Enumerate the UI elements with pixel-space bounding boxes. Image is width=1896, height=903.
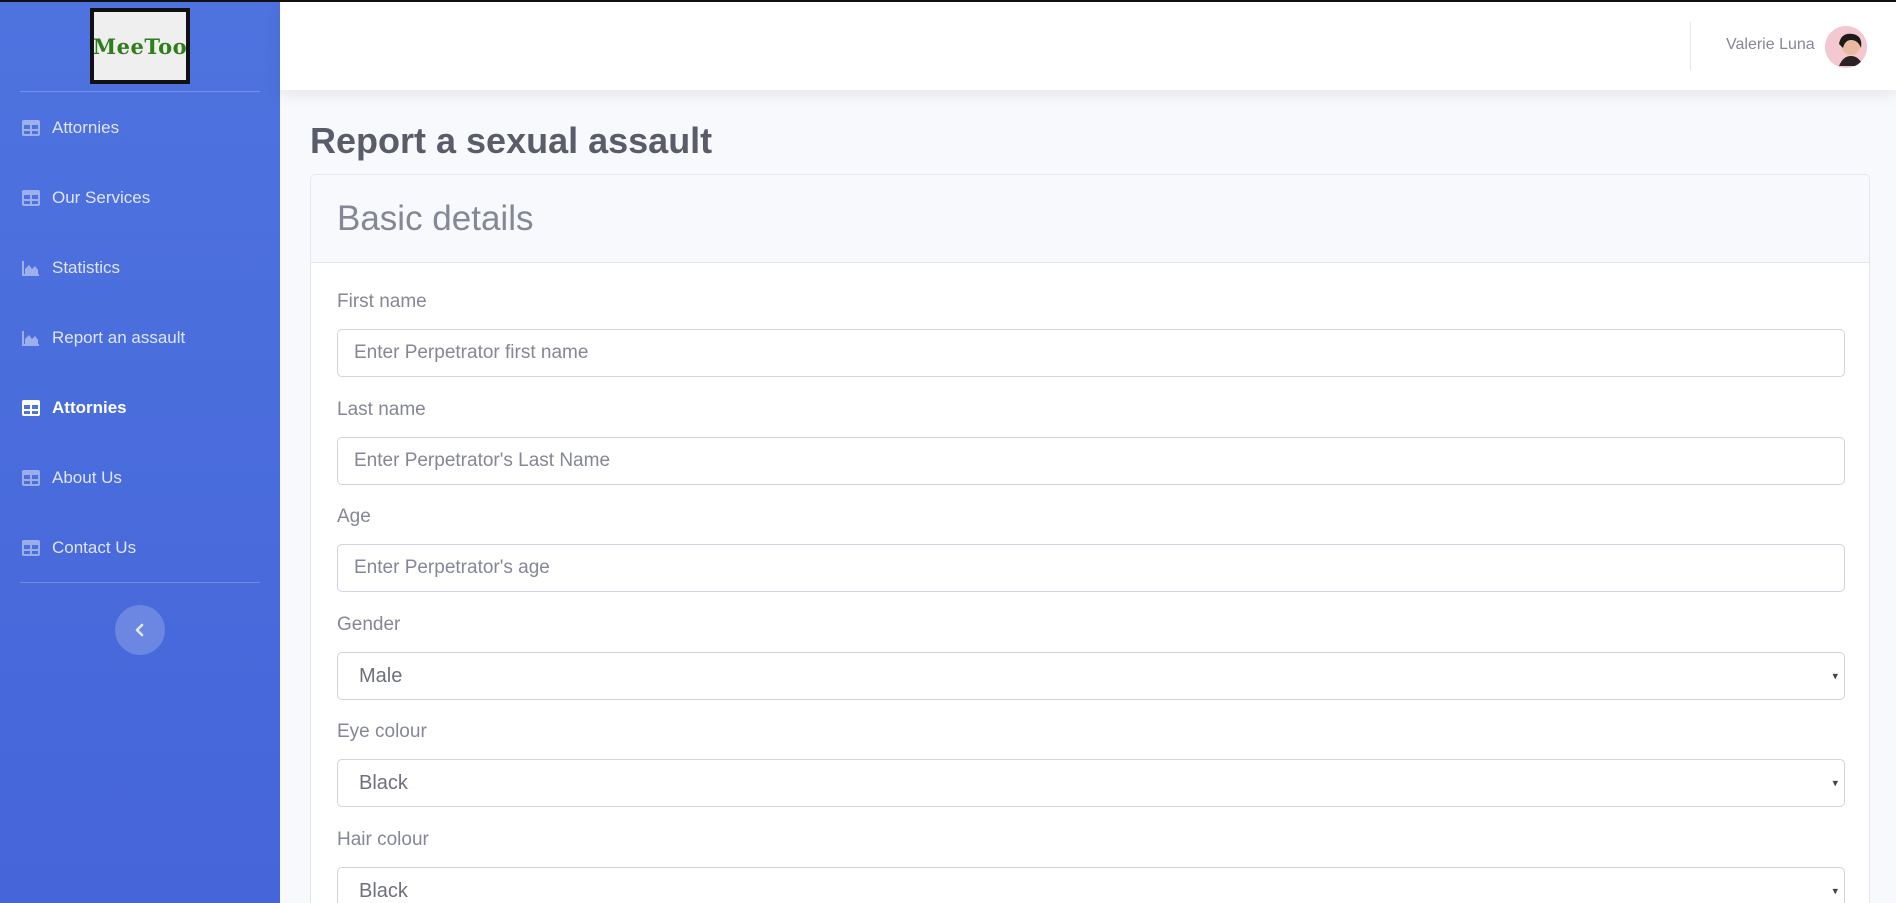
first-name-label: First name [337,291,427,312]
area-chart-icon [22,261,39,276]
first-name-input[interactable] [337,329,1845,377]
sidebar: MeeToo Attornies Our Services Statistics… [0,2,280,903]
sidebar-toggle-button[interactable] [115,605,165,655]
user-name[interactable]: Valerie Luna [1726,36,1815,54]
sidebar-item-label: Our Services [52,188,151,207]
hair-colour-selected-value: Black [359,879,408,902]
sidebar-item-statistics[interactable]: Statistics [0,248,280,288]
card-header: Basic details [311,175,1869,263]
gender-selected-value: Male [359,664,403,687]
table-icon [22,120,40,136]
sidebar-item-report-an-assault[interactable]: Report an assault [0,318,280,358]
hair-colour-select[interactable]: Black ▾ [337,867,1845,903]
last-name-input[interactable] [337,437,1845,485]
avatar[interactable] [1825,26,1867,68]
gender-select[interactable]: Male ▾ [337,652,1845,700]
dropdown-arrow-icon: ▾ [1832,885,1838,898]
eye-colour-select[interactable]: Black ▾ [337,759,1845,807]
sidebar-item-label: Attornies [52,118,120,137]
brand-logo-text: MeeToo [93,12,187,80]
table-icon [22,470,40,486]
report-form-card: Basic details First name Last name Age G… [310,174,1870,903]
sidebar-item-contact-us[interactable]: Contact Us [0,528,280,568]
last-name-label: Last name [337,399,426,420]
sidebar-item-attornies-active[interactable]: Attornies [0,388,280,428]
table-icon [22,400,40,416]
chevron-left-icon [135,623,144,637]
hair-colour-label: Hair colour [337,829,429,850]
sidebar-item-label: About Us [52,468,122,487]
sidebar-item-our-services[interactable]: Our Services [0,178,280,218]
section-title: Basic details [337,198,534,238]
sidebar-item-label: Report an assault [52,328,186,347]
brand-logo[interactable]: MeeToo [90,8,190,84]
sidebar-divider [20,91,260,92]
page-title: Report a sexual assault [310,120,713,161]
dropdown-arrow-icon: ▾ [1832,670,1838,683]
eye-colour-label: Eye colour [337,721,427,742]
area-chart-icon [22,331,39,346]
sidebar-item-about-us[interactable]: About Us [0,458,280,498]
sidebar-item-label: Contact Us [52,538,137,557]
age-label: Age [337,506,371,527]
user-avatar-icon [1825,26,1867,68]
gender-label: Gender [337,614,401,635]
sidebar-divider [20,582,260,583]
sidebar-item-label: Attornies [52,398,127,417]
sidebar-item-attornies[interactable]: Attornies [0,108,280,148]
age-input[interactable] [337,544,1845,592]
table-icon [22,540,40,556]
dropdown-arrow-icon: ▾ [1832,777,1838,790]
table-icon [22,190,40,206]
sidebar-item-label: Statistics [52,258,121,277]
topbar: Valerie Luna [280,2,1896,90]
eye-colour-selected-value: Black [359,771,408,794]
topbar-divider [1690,22,1691,70]
